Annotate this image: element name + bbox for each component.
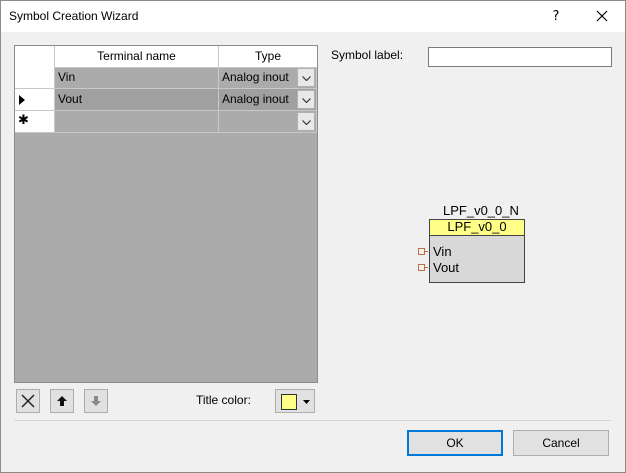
symbol-instance-name: LPF_v0_0_N [443, 203, 519, 218]
arrow-up-icon [57, 396, 67, 406]
footer-separator [14, 420, 611, 421]
terminal-grid[interactable]: Terminal name Type Vin Analog inout Vout… [14, 45, 318, 383]
type-cell[interactable] [219, 111, 317, 133]
type-cell[interactable]: Analog inout [219, 67, 317, 89]
type-dropdown-button[interactable] [297, 68, 315, 87]
window-title: Symbol Creation Wizard [9, 9, 139, 23]
symbol-label-caption: Symbol label: [331, 48, 404, 62]
type-cell[interactable]: Analog inout [219, 89, 317, 111]
terminal-name-cell[interactable] [55, 111, 219, 133]
column-header-type[interactable]: Type [219, 46, 317, 67]
row-header[interactable]: ✱ [15, 111, 55, 133]
delete-icon [21, 394, 35, 408]
move-down-button[interactable] [84, 389, 108, 413]
chevron-down-icon [303, 400, 310, 404]
column-header-terminal-name[interactable]: Terminal name [55, 46, 219, 67]
arrow-down-icon [91, 396, 101, 406]
symbol-title: LPF_v0_0 [430, 220, 524, 236]
cancel-button[interactable]: Cancel [513, 430, 609, 456]
delete-row-button[interactable] [16, 389, 40, 413]
help-button[interactable]: ? [533, 1, 579, 32]
grid-header: Terminal name Type [15, 46, 317, 68]
table-row[interactable]: Vout Analog inout [15, 89, 317, 111]
type-value: Analog inout [222, 92, 289, 106]
type-dropdown-button[interactable] [297, 90, 315, 109]
symbol-preview: LPF_v0_0 Vin Vout [429, 219, 525, 283]
color-swatch [281, 394, 297, 410]
close-icon [596, 10, 608, 22]
type-dropdown-button[interactable] [297, 112, 315, 131]
header-corner [15, 46, 55, 67]
chevron-down-icon [302, 76, 311, 81]
row-header[interactable] [15, 89, 55, 111]
symbol-creation-dialog: Symbol Creation Wizard ? Terminal name T… [0, 0, 626, 473]
pin-vout-icon [418, 264, 428, 271]
type-value: Analog inout [222, 70, 289, 84]
title-bar: Symbol Creation Wizard ? [1, 1, 625, 32]
pin-label-vin: Vin [433, 244, 452, 259]
move-up-button[interactable] [50, 389, 74, 413]
close-button[interactable] [579, 1, 625, 32]
title-color-picker[interactable] [275, 389, 315, 413]
symbol-label-input[interactable] [428, 47, 612, 67]
row-header[interactable] [15, 67, 55, 89]
ok-button[interactable]: OK [407, 430, 503, 456]
title-color-label: Title color: [196, 393, 251, 407]
chevron-down-icon [302, 98, 311, 103]
chevron-down-icon [302, 120, 311, 125]
current-row-arrow-icon [19, 95, 25, 105]
table-row[interactable]: Vin Analog inout [15, 67, 317, 89]
table-row-new[interactable]: ✱ [15, 111, 317, 133]
pin-label-vout: Vout [433, 260, 460, 275]
terminal-name-cell[interactable]: Vin [55, 67, 219, 89]
terminal-name-cell[interactable]: Vout [55, 89, 219, 111]
new-row-icon: ✱ [18, 113, 29, 128]
pin-vin-icon [418, 248, 428, 255]
